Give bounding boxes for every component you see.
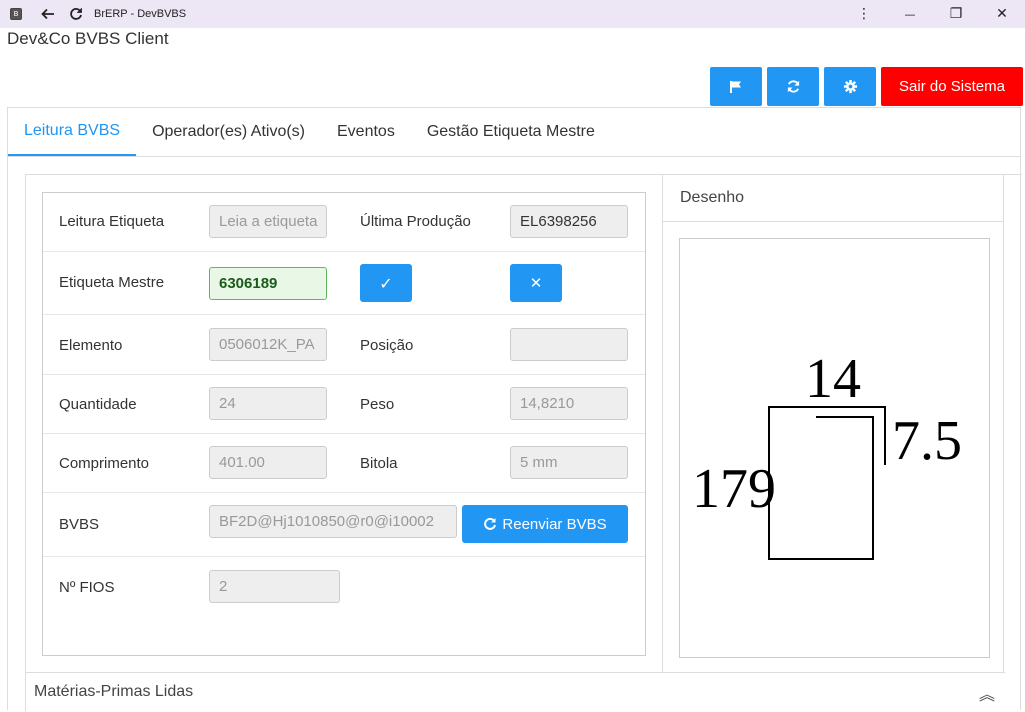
settings-button[interactable]: [824, 67, 876, 106]
drawing-header: Desenho: [663, 175, 1003, 222]
form-row: Quantidade 24 Peso 14,8210: [43, 375, 645, 434]
form-row: Comprimento 401.00 Bitola 5 mm: [43, 434, 645, 493]
bvbs-field: BF2D@Hj1010850@r0@i10002: [209, 505, 457, 538]
check-icon: ✓: [379, 273, 393, 293]
close-icon[interactable]: ✕: [979, 0, 1025, 28]
comprimento-label: Comprimento: [59, 455, 150, 472]
tab-leitura-bvbs[interactable]: Leitura BVBS: [8, 108, 137, 156]
tab-bar: Leitura BVBS Operador(es) Ativo(s) Event…: [8, 108, 1020, 157]
cancel-button[interactable]: ✕: [510, 264, 562, 302]
etiqueta-mestre-label: Etiqueta Mestre: [59, 274, 165, 291]
form-row: Etiqueta Mestre 6306189 ✓ ✕: [43, 252, 645, 315]
drawing-panel: Desenho 14 7.5 179: [662, 175, 1004, 672]
tab-operadores-ativos[interactable]: Operador(es) Ativo(s): [136, 108, 321, 156]
comprimento-field: 401.00: [209, 446, 327, 479]
bar-shape: [768, 406, 886, 560]
elemento-label: Elemento: [59, 337, 123, 354]
reenviar-bvbs-label: Reenviar BVBS: [502, 515, 607, 533]
peso-label: Peso: [360, 396, 395, 413]
restore-icon[interactable]: ❐: [933, 0, 979, 28]
confirm-button[interactable]: ✓: [360, 264, 412, 302]
flag-icon: [730, 80, 741, 93]
window-titlebar: B BrERP - DevBVBS ⋮ — ❐ ✕: [0, 0, 1025, 28]
ultima-producao-label: Última Produção: [360, 213, 471, 230]
bitola-label: Bitola: [360, 455, 398, 472]
bitola-field: 5 mm: [510, 446, 628, 479]
window-title: BrERP - DevBVBS: [94, 8, 187, 20]
flag-button[interactable]: [710, 67, 762, 106]
refresh-button[interactable]: [767, 67, 819, 106]
menu-icon[interactable]: ⋮: [841, 0, 887, 28]
tab-gestao-etiqueta-mestre[interactable]: Gestão Etiqueta Mestre: [411, 108, 611, 156]
exit-button[interactable]: Sair do Sistema: [881, 67, 1023, 106]
form-row: Nº FIOS 2: [43, 557, 645, 619]
bend-shape-drawing: 14 7.5 179: [692, 348, 962, 560]
peso-field: 14,8210: [510, 387, 628, 420]
content-box: Leitura Etiqueta Leia a etiqueta Última …: [25, 174, 1022, 712]
minimize-icon[interactable]: —: [887, 0, 933, 28]
quantidade-label: Quantidade: [59, 396, 137, 413]
dim-top-label: 14: [805, 348, 861, 410]
quantidade-field: 24: [209, 387, 327, 420]
tab-eventos[interactable]: Eventos: [321, 108, 411, 156]
ultima-producao-field: EL6398256: [510, 205, 628, 238]
elemento-field: 0506012K_PA: [209, 328, 327, 361]
toolbar: Sair do Sistema: [710, 67, 1023, 106]
reload-icon[interactable]: [64, 2, 88, 26]
drawing-canvas: 14 7.5 179: [679, 238, 990, 658]
materias-primas-title: Matérias-Primas Lidas: [34, 683, 194, 700]
close-icon: ✕: [529, 274, 543, 292]
dim-left-label: 179: [692, 458, 776, 520]
bvbs-form: Leitura Etiqueta Leia a etiqueta Última …: [42, 192, 646, 656]
materias-primas-section[interactable]: Matérias-Primas Lidas ︽: [26, 672, 1005, 712]
leitura-etiqueta-label: Leitura Etiqueta: [59, 213, 165, 230]
n-fios-field: 2: [209, 570, 340, 603]
refresh-icon: [484, 517, 497, 530]
form-row: BVBS BF2D@Hj1010850@r0@i10002 Reenviar B…: [43, 493, 645, 557]
etiqueta-mestre-input[interactable]: 6306189: [209, 267, 327, 300]
dim-right-label: 7.5: [892, 410, 962, 472]
main-panel: Leitura BVBS Operador(es) Ativo(s) Event…: [7, 107, 1022, 712]
leitura-etiqueta-input[interactable]: Leia a etiqueta: [209, 205, 327, 238]
back-icon[interactable]: [36, 2, 60, 26]
posicao-field: [510, 328, 628, 361]
chevron-up-icon[interactable]: ︽: [979, 681, 995, 705]
gear-icon: [843, 79, 857, 94]
app-title: Dev&Co BVBS Client: [7, 29, 169, 48]
n-fios-label: Nº FIOS: [59, 579, 115, 596]
bvbs-label: BVBS: [59, 516, 100, 533]
posicao-label: Posição: [360, 337, 414, 354]
reenviar-bvbs-button[interactable]: Reenviar BVBS: [462, 505, 628, 543]
refresh-icon: [787, 80, 799, 93]
form-row: Elemento 0506012K_PA Posição: [43, 315, 645, 375]
form-row: Leitura Etiqueta Leia a etiqueta Última …: [43, 193, 645, 252]
app-icon: B: [10, 8, 22, 20]
